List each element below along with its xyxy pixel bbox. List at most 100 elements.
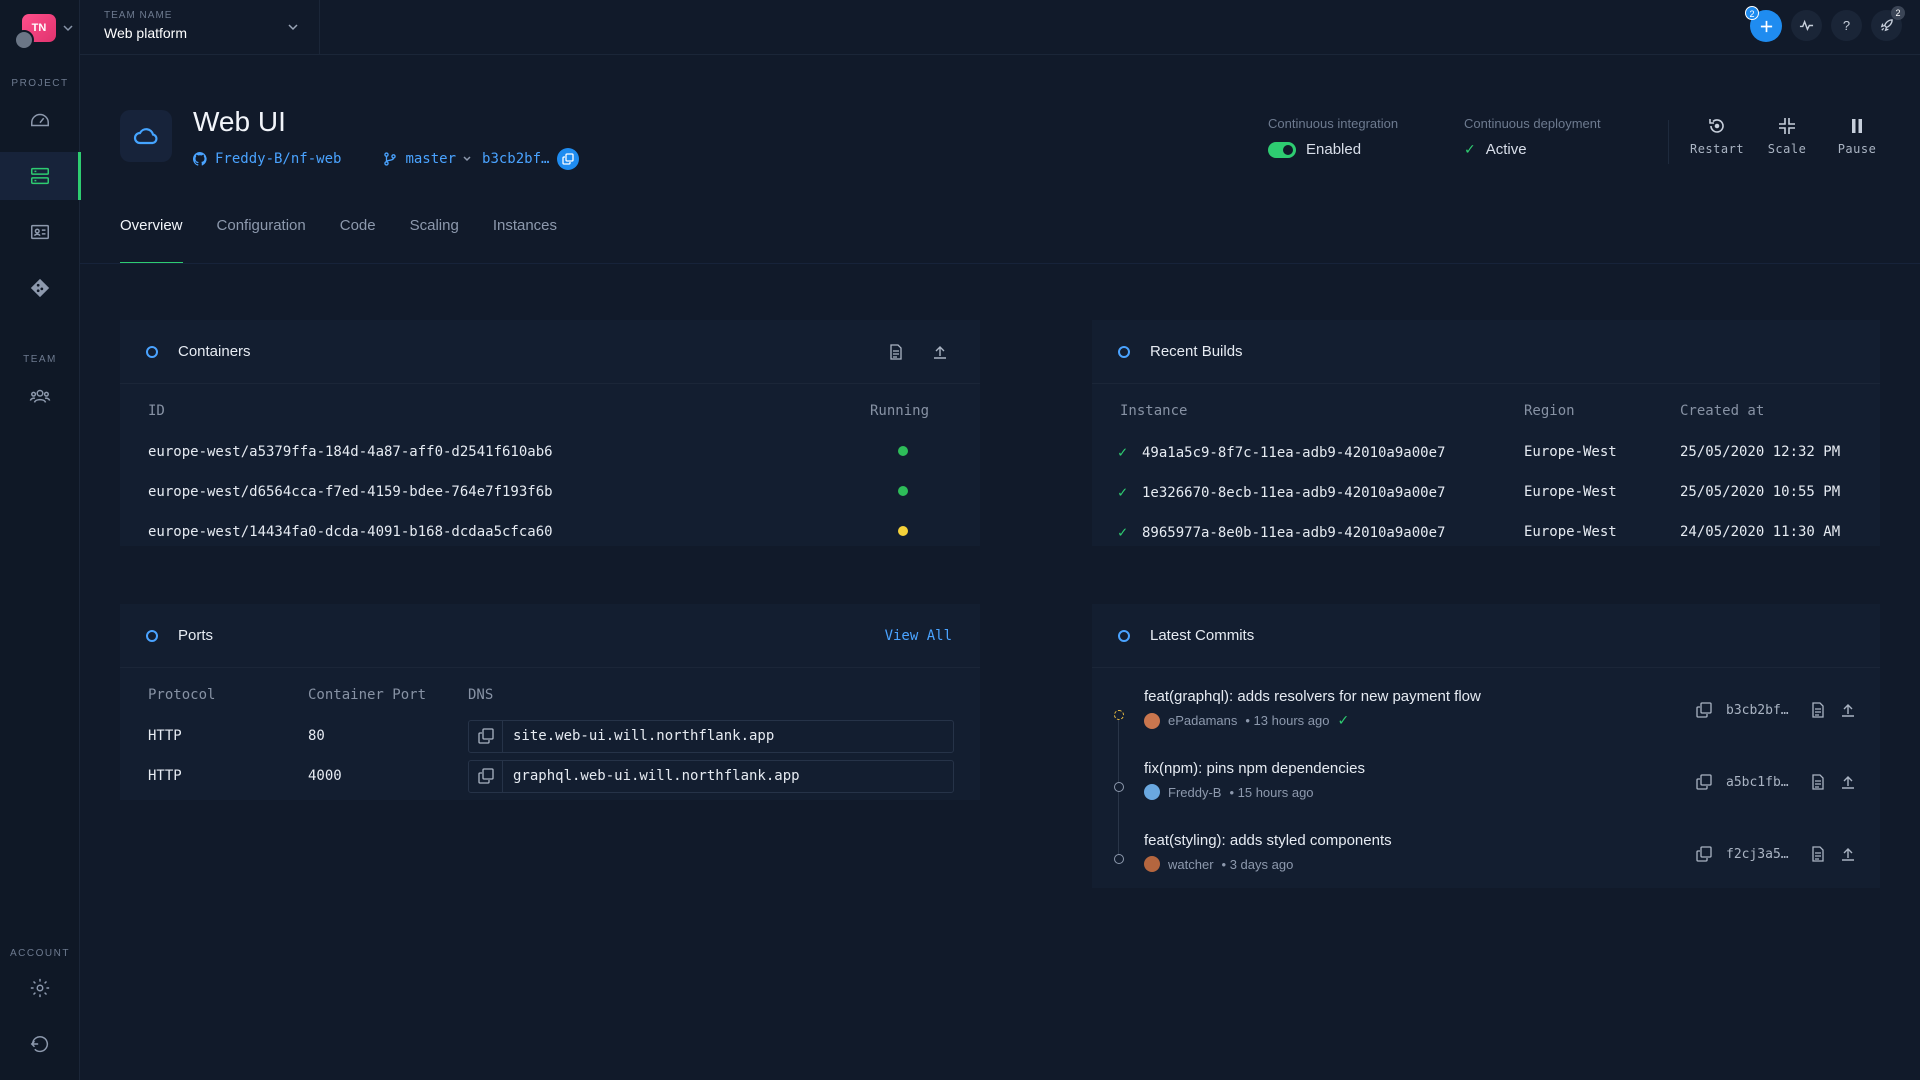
activity-icon [1799, 19, 1814, 32]
tab-instances[interactable]: Instances [493, 215, 557, 264]
latest-commits-panel: Latest Commits feat(graphql): adds resol… [1092, 604, 1880, 888]
table-row[interactable]: europe-west/d6564cca-f7ed-4159-bdee-764e… [120, 472, 980, 512]
build-region: Europe-West [1524, 524, 1617, 540]
service-icon [120, 110, 172, 162]
restart-label: Restart [1689, 142, 1745, 156]
commit-author: Freddy-B [1168, 784, 1222, 800]
team-name-label: TEAM NAME [104, 10, 173, 21]
col-instance: Instance [1120, 403, 1188, 419]
col-dns: DNS [468, 687, 494, 703]
project-section-label: PROJECT [11, 78, 69, 89]
github-icon [193, 152, 207, 166]
scale-button[interactable]: Scale [1762, 116, 1812, 156]
dns-field[interactable]: site.web-ui.will.northflank.app [468, 719, 954, 753]
user-avatar [14, 30, 34, 50]
commit-message: feat(graphql): adds resolvers for new pa… [1144, 688, 1481, 705]
copy-icon[interactable] [1696, 846, 1712, 862]
tab-scaling[interactable]: Scaling [410, 215, 459, 264]
copy-icon[interactable] [1696, 774, 1712, 790]
ci-toggle[interactable] [1268, 141, 1296, 158]
rocket-icon [1880, 19, 1893, 32]
copy-commit-button[interactable] [557, 148, 580, 170]
commit-author: watcher [1168, 856, 1214, 872]
check-icon: ✓ [1118, 443, 1128, 461]
team-switcher[interactable]: TEAM NAME Web platform [80, 0, 320, 55]
activity-button[interactable] [1791, 10, 1822, 41]
users-icon [29, 389, 51, 403]
container-port: 80 [308, 728, 325, 744]
branch-selector[interactable]: master [405, 151, 456, 167]
sidebar-item-settings[interactable] [0, 964, 80, 1012]
document-icon[interactable] [1810, 702, 1826, 718]
recent-builds-panel: Recent Builds Instance Region Created at… [1092, 320, 1880, 546]
sidebar-item-services[interactable] [0, 152, 81, 200]
builds-title: Recent Builds [1150, 343, 1243, 360]
copy-icon[interactable] [1696, 702, 1712, 718]
tab-configuration[interactable]: Configuration [217, 215, 306, 264]
build-created: 25/05/2020 10:55 PM [1680, 484, 1841, 500]
team-avatar[interactable]: TN [14, 14, 56, 50]
commit-sha: b3cb2bf… [1726, 702, 1789, 718]
document-icon[interactable] [1810, 774, 1826, 790]
document-icon[interactable] [1810, 846, 1826, 862]
avatar [1144, 784, 1160, 800]
table-row[interactable]: ✓ 49a1a5c9-8f7c-11ea-adb9-42010a9a00e7 Eu… [1092, 432, 1880, 472]
build-region: Europe-West [1524, 484, 1617, 500]
copy-dns-button[interactable] [469, 760, 503, 792]
help-button[interactable]: ? [1831, 10, 1862, 41]
col-port: Container Port [308, 687, 427, 703]
upload-icon[interactable] [1840, 702, 1856, 718]
section-marker-icon [146, 345, 158, 358]
table-row[interactable]: ✓ 8965977a-8e0b-11ea-adb9-42010a9a00e7 Eu… [1092, 512, 1880, 552]
dns-field[interactable]: graphql.web-ui.will.northflank.app [468, 759, 954, 793]
avatar [1144, 712, 1160, 729]
sidebar-item-secrets[interactable] [0, 208, 80, 256]
upload-icon[interactable] [1840, 774, 1856, 790]
upload-icon[interactable] [1840, 846, 1856, 862]
table-row[interactable]: ✓ 1e326670-8ecb-11ea-adb9-42010a9a00e7 Eu… [1092, 472, 1880, 512]
commit-sha[interactable]: b3cb2bf… [482, 151, 549, 167]
logs-button[interactable] [882, 338, 910, 366]
commit-message: feat(styling): adds styled components [1144, 832, 1392, 849]
cloud-icon [133, 128, 158, 145]
scale-label: Scale [1767, 142, 1807, 156]
commit-time: • 3 days ago [1221, 856, 1294, 872]
sidebar-item-logout[interactable] [0, 1020, 80, 1068]
chevron-down-icon[interactable] [62, 22, 74, 34]
table-row[interactable]: europe-west/14434fa0-dcda-4091-b168-dcda… [120, 512, 980, 552]
commit-item[interactable]: fix(npm): pins npm dependencies Freddy-B… [1092, 756, 1882, 828]
section-marker-icon [1118, 345, 1130, 358]
notifications-button[interactable]: 2 [1871, 6, 1905, 41]
pause-button[interactable]: Pause [1832, 116, 1882, 156]
pending-icon [1114, 710, 1124, 720]
col-protocol: Protocol [148, 687, 216, 703]
sidebar-item-team[interactable] [0, 372, 80, 420]
upload-button[interactable] [926, 338, 954, 366]
commit-item[interactable]: feat(styling): adds styled components wa… [1092, 828, 1882, 900]
sidebar-item-dashboard[interactable] [0, 96, 80, 144]
repo-link[interactable]: Freddy-B/nf-web [215, 151, 341, 167]
help-icon: ? [1842, 18, 1851, 33]
top-actions: 2 ? 2 [1745, 6, 1905, 42]
document-icon [890, 344, 902, 360]
tab-bar: Overview Configuration Code Scaling Inst… [120, 215, 557, 264]
git-icon [30, 278, 50, 298]
tab-code[interactable]: Code [340, 215, 376, 264]
restart-button[interactable]: Restart [1689, 116, 1745, 156]
section-marker-icon [146, 629, 158, 642]
chevron-down-icon [288, 24, 298, 31]
add-button[interactable]: 2 [1745, 6, 1782, 42]
commit-node-icon [1114, 782, 1124, 792]
gear-icon [30, 978, 50, 998]
tab-overview[interactable]: Overview [120, 215, 183, 264]
commits-title: Latest Commits [1150, 627, 1255, 644]
commit-item[interactable]: feat(graphql): adds resolvers for new pa… [1092, 684, 1882, 756]
table-row[interactable]: europe-west/a5379ffa-184d-4a87-aff0-d254… [120, 432, 980, 472]
sidebar-item-git[interactable] [0, 264, 80, 312]
view-all-link[interactable]: View All [885, 628, 952, 644]
dns-value: graphql.web-ui.will.northflank.app [513, 768, 800, 784]
add-badge: 2 [1745, 6, 1759, 20]
copy-dns-button[interactable] [469, 720, 503, 752]
chevron-down-icon[interactable] [462, 154, 472, 164]
dashboard-icon [31, 113, 49, 127]
